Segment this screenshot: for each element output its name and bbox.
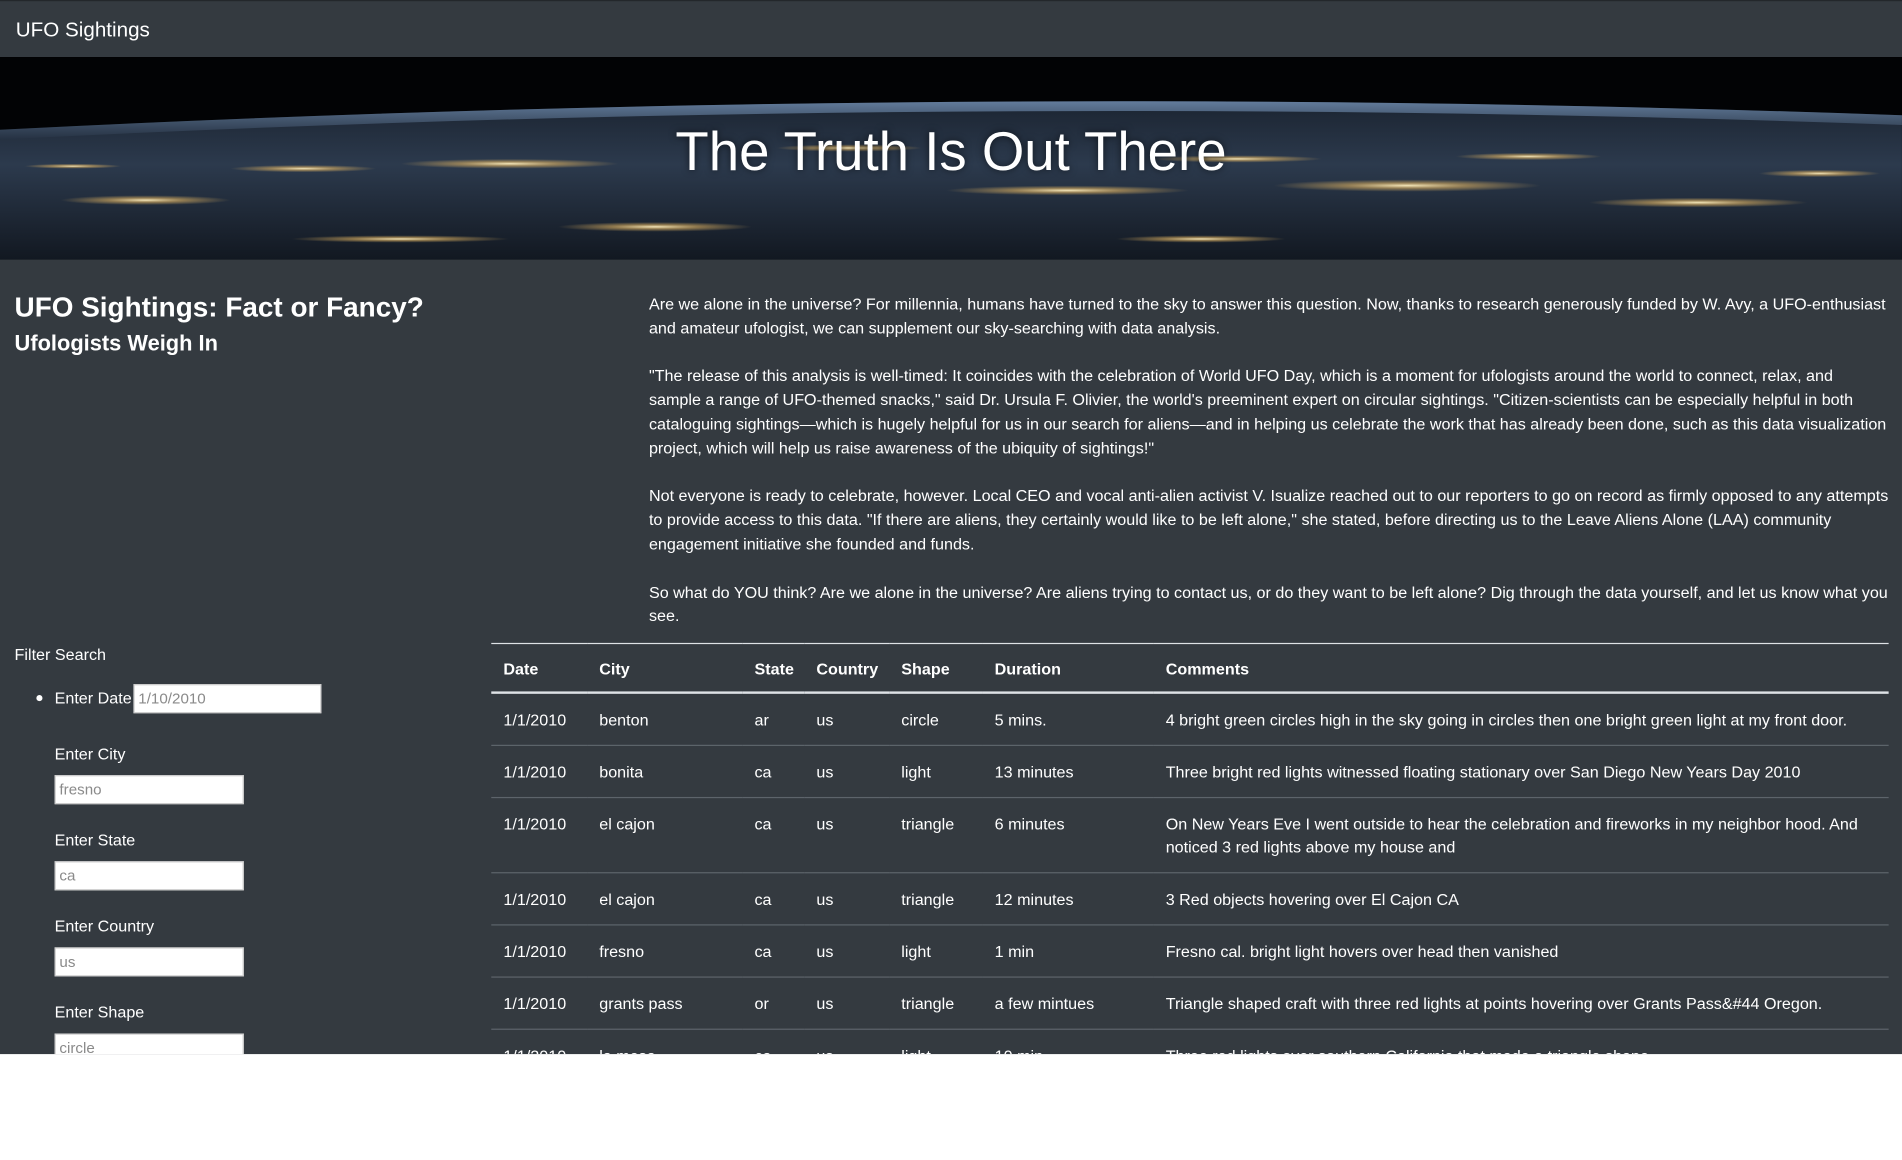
cell-duration: 12 minutes <box>982 872 1154 926</box>
cell-date: 1/1/2010 <box>491 1028 588 1055</box>
cell-comments: On New Years Eve I went outside to hear … <box>1153 797 1889 874</box>
table-row: 1/1/2010 el cajon ca us triangle 6 minut… <box>491 797 1889 874</box>
table-row: 1/1/2010 bonita ca us light 13 minutes T… <box>491 745 1889 798</box>
article-paragraph: So what do YOU think? Are we alone in th… <box>648 582 1888 626</box>
cell-date: 1/1/2010 <box>491 924 588 978</box>
cell-comments: 3 Red objects hovering over El Cajon CA <box>1153 872 1889 926</box>
article-paragraph: "The release of this analysis is well-ti… <box>648 366 1887 458</box>
article-title: UFO Sightings: Fact or Fancy? <box>14 291 424 323</box>
column-header-comments: Comments <box>1153 642 1889 694</box>
column-header-country: Country <box>804 642 890 694</box>
cell-country: us <box>804 692 890 746</box>
cell-state: ca <box>742 924 805 978</box>
column-header-duration: Duration <box>982 642 1154 694</box>
table-row: 1/1/2010 la mesa ca us light 10 min Thre… <box>491 1028 1889 1055</box>
cell-state: or <box>742 976 805 1030</box>
table-row: 1/1/2010 el cajon ca us triangle 12 minu… <box>491 872 1889 926</box>
cell-state: ca <box>742 745 805 798</box>
article-body: Are we alone in the universe? For millen… <box>649 292 1889 652</box>
cell-comments: Triangle shaped craft with three red lig… <box>1153 976 1889 1030</box>
cell-shape: circle <box>889 692 983 746</box>
cell-shape: light <box>889 924 983 978</box>
filter-search-heading: Filter Search <box>14 645 106 664</box>
cell-country: us <box>804 924 890 978</box>
navbar-brand-link[interactable]: UFO Sightings <box>16 18 150 42</box>
article-paragraph: Are we alone in the universe? For millen… <box>648 294 1886 337</box>
ufo-sightings-table: Date City State Country Shape Duration C… <box>491 642 1889 1055</box>
cell-date: 1/1/2010 <box>491 797 588 874</box>
state-filter-input[interactable] <box>54 861 244 891</box>
cell-state: ar <box>742 692 805 746</box>
cell-state: ca <box>742 872 805 926</box>
list-bullet-icon <box>36 695 43 702</box>
cell-shape: triangle <box>889 872 983 926</box>
cell-date: 1/1/2010 <box>491 976 588 1030</box>
page: UFO Sightings The Truth Is Out There UFO… <box>0 0 1902 1055</box>
table-row: 1/1/2010 fresno ca us light 1 min Fresno… <box>491 924 1889 978</box>
cell-duration: 10 min <box>982 1028 1154 1055</box>
cell-comments: Three red lights over southern Californi… <box>1153 1028 1889 1055</box>
cell-country: us <box>804 797 890 874</box>
cell-shape: light <box>889 745 983 798</box>
hero-title: The Truth Is Out There <box>675 120 1227 182</box>
cell-duration: 1 min <box>982 924 1154 978</box>
cell-date: 1/1/2010 <box>491 745 588 798</box>
column-header-date: Date <box>491 642 588 694</box>
cell-duration: 13 minutes <box>982 745 1154 798</box>
cell-city: grants pass <box>587 976 743 1030</box>
date-filter-label: Enter Date <box>54 688 132 708</box>
cell-comments: 4 bright green circles high in the sky g… <box>1153 692 1889 746</box>
date-filter-input[interactable] <box>133 684 322 714</box>
cell-duration: 6 minutes <box>982 797 1154 874</box>
cell-city: el cajon <box>587 797 743 874</box>
table-row: 1/1/2010 grants pass or us triangle a fe… <box>491 976 1889 1030</box>
cell-comments: Fresno cal. bright light hovers over hea… <box>1153 924 1889 978</box>
city-filter-label: Enter City <box>54 744 126 763</box>
cell-country: us <box>804 976 890 1030</box>
cell-city: bonita <box>587 745 743 798</box>
article-paragraph: Not everyone is ready to celebrate, howe… <box>648 486 1889 554</box>
cell-city: la mesa <box>587 1028 743 1055</box>
country-filter-label: Enter Country <box>54 917 155 936</box>
table-header-row: Date City State Country Shape Duration C… <box>491 642 1889 694</box>
navbar: UFO Sightings <box>0 0 1902 58</box>
cell-duration: 5 mins. <box>982 692 1154 746</box>
article-subtitle: Ufologists Weigh In <box>14 331 218 356</box>
state-filter-label: Enter State <box>54 830 136 850</box>
hero-banner: The Truth Is Out There <box>0 57 1902 260</box>
country-filter-input[interactable] <box>54 947 244 977</box>
ufo-table-container: Date City State Country Shape Duration C… <box>491 642 1889 1055</box>
cell-state: ca <box>742 1028 805 1055</box>
cell-shape: light <box>889 1028 983 1055</box>
cell-country: us <box>804 872 890 926</box>
cell-date: 1/1/2010 <box>491 872 588 926</box>
cell-shape: triangle <box>889 976 983 1030</box>
cell-city: el cajon <box>587 872 743 926</box>
city-filter-input[interactable] <box>54 775 244 805</box>
column-header-city: City <box>587 642 743 694</box>
cell-country: us <box>804 1028 890 1055</box>
cell-state: ca <box>742 797 805 874</box>
cell-duration: a few mintues <box>982 976 1154 1030</box>
cell-city: fresno <box>587 924 743 978</box>
column-header-state: State <box>742 642 805 694</box>
cell-city: benton <box>587 692 743 746</box>
table-row: 1/1/2010 benton ar us circle 5 mins. 4 b… <box>491 692 1889 746</box>
cell-comments: Three bright red lights witnessed floati… <box>1153 745 1889 798</box>
cell-date: 1/1/2010 <box>491 692 588 746</box>
shape-filter-input[interactable] <box>54 1033 244 1055</box>
column-header-shape: Shape <box>889 642 983 694</box>
shape-filter-label: Enter Shape <box>54 1003 145 1022</box>
cell-shape: triangle <box>889 797 983 874</box>
cell-country: us <box>804 745 890 798</box>
